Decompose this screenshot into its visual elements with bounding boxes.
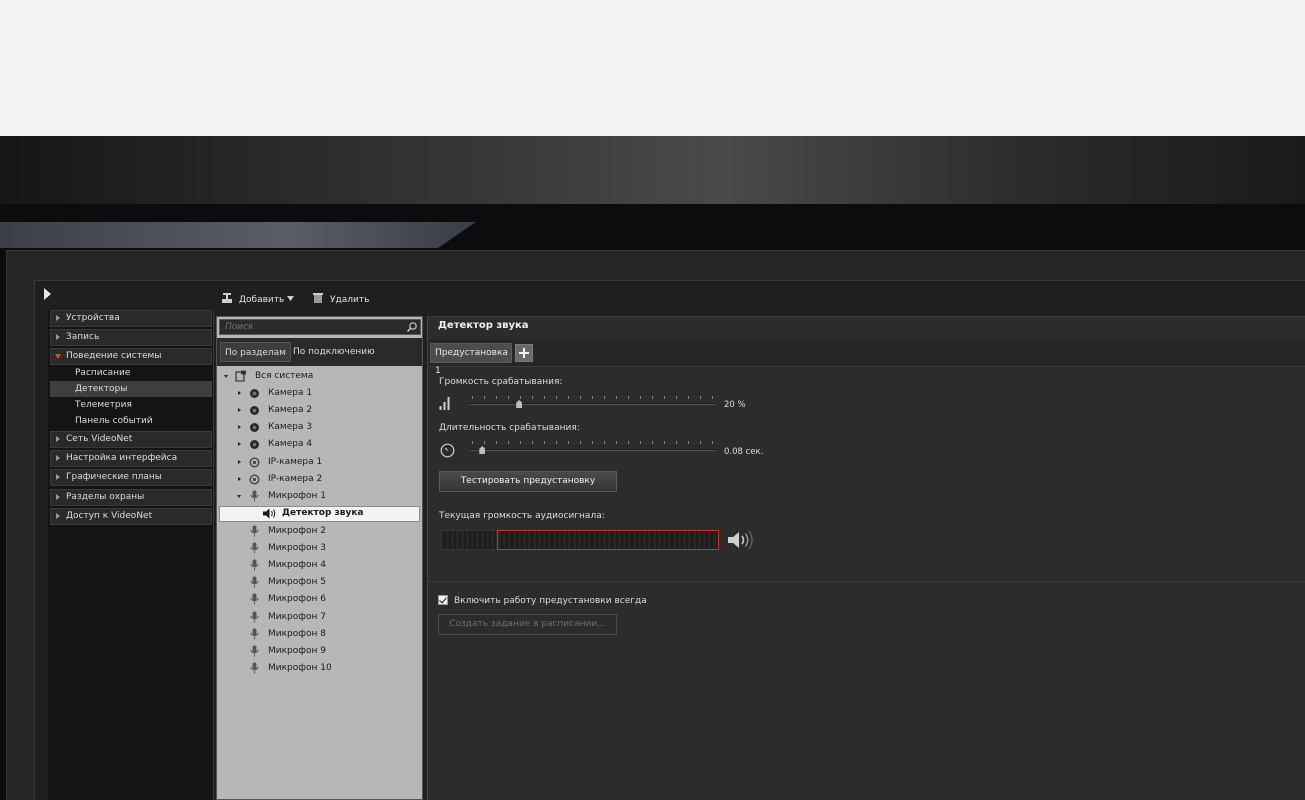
always-enable-checkbox[interactable] bbox=[438, 595, 448, 605]
duration-slider[interactable] bbox=[470, 449, 716, 451]
nav-item-videonet-access[interactable]: Доступ к VideoNet bbox=[50, 508, 212, 525]
camera-icon bbox=[250, 389, 259, 398]
microphone-icon bbox=[250, 593, 259, 605]
create-schedule-task-button[interactable]: Создать задание в расписании... bbox=[438, 614, 617, 635]
expand-arrow-icon bbox=[56, 315, 60, 321]
section-divider bbox=[428, 581, 1305, 582]
duration-label: Длительность срабатывания: bbox=[439, 423, 580, 433]
volume-value: 20 % bbox=[724, 400, 746, 410]
nav-item-system-behavior[interactable]: Поведение системы bbox=[50, 348, 212, 365]
duration-slider-ticks bbox=[472, 441, 714, 444]
ip-camera-icon bbox=[249, 457, 260, 468]
microphone-icon bbox=[250, 662, 259, 674]
tab-preset-1[interactable]: Предустановка 1 bbox=[430, 343, 512, 376]
search-icon[interactable] bbox=[406, 321, 418, 333]
nav-item-security-zones[interactable]: Разделы охраны bbox=[50, 489, 212, 506]
nav-sub-telemetry[interactable]: Телеметрия bbox=[50, 397, 212, 413]
settings-nav: Устройства Запись Поведение системы Расп… bbox=[48, 310, 214, 800]
microphone-icon bbox=[250, 525, 259, 537]
duration-value: 0.08 сек. bbox=[724, 447, 764, 457]
tab-by-sections[interactable]: По разделам bbox=[220, 342, 291, 362]
nav-item-interface[interactable]: Настройка интерфейса bbox=[50, 450, 212, 467]
panel-title: Детектор звука bbox=[438, 320, 529, 331]
chevron-down-icon[interactable] bbox=[287, 296, 294, 302]
add-button[interactable]: Добавить bbox=[239, 292, 284, 308]
screen-reflection bbox=[0, 222, 476, 248]
expand-arrow-icon[interactable] bbox=[238, 391, 241, 395]
expand-arrow-icon bbox=[56, 334, 60, 340]
expand-arrow-icon bbox=[56, 455, 60, 461]
microphone-icon bbox=[250, 542, 259, 554]
expand-arrow-icon[interactable] bbox=[238, 477, 241, 481]
volume-label: Громкость срабатывания: bbox=[439, 377, 563, 387]
tab-by-connection[interactable]: По подключению bbox=[289, 342, 379, 362]
system-icon bbox=[235, 370, 246, 382]
speaker-icon bbox=[263, 508, 276, 519]
microphone-icon bbox=[250, 645, 259, 657]
always-enable-label: Включить работу предустановки всегда bbox=[454, 596, 647, 606]
speaker-volume-icon bbox=[728, 530, 753, 550]
current-volume-label: Текущая громкость аудиосигнала: bbox=[439, 511, 605, 521]
add-icon[interactable] bbox=[221, 292, 233, 304]
microphone-icon bbox=[250, 576, 259, 588]
add-preset-button[interactable] bbox=[515, 344, 533, 362]
test-preset-button[interactable]: Тестировать предустановку bbox=[439, 471, 617, 492]
search-input[interactable] bbox=[219, 319, 421, 335]
expand-arrow-icon bbox=[56, 494, 60, 500]
camera-icon bbox=[250, 423, 259, 432]
bezel-highlight bbox=[0, 136, 1305, 204]
clock-icon bbox=[440, 443, 455, 458]
expand-arrow-icon bbox=[56, 436, 60, 442]
ip-camera-icon bbox=[249, 474, 260, 485]
nav-sub-schedule[interactable]: Расписание bbox=[50, 365, 212, 381]
nav-sub-detectors[interactable]: Детекторы bbox=[50, 381, 212, 397]
expand-arrow-icon[interactable] bbox=[238, 425, 241, 429]
nav-item-graphic-plans[interactable]: Графические планы bbox=[50, 469, 212, 486]
camera-icon bbox=[250, 406, 259, 415]
expand-arrow-icon[interactable] bbox=[238, 408, 241, 412]
volume-bars-icon bbox=[439, 397, 450, 410]
audio-threshold-zone bbox=[497, 530, 719, 550]
nav-sub-events-panel[interactable]: Панель событий bbox=[50, 413, 212, 429]
delete-button[interactable]: Удалить bbox=[330, 292, 369, 308]
microphone-icon bbox=[250, 628, 259, 640]
expand-arrow-icon bbox=[56, 513, 60, 519]
expand-arrow-icon bbox=[56, 474, 60, 480]
collapse-arrow-icon bbox=[55, 354, 61, 359]
delete-icon[interactable] bbox=[312, 292, 324, 304]
expand-arrow-icon[interactable] bbox=[238, 460, 241, 464]
expand-arrow-icon[interactable] bbox=[238, 442, 241, 446]
collapse-arrow-icon[interactable] bbox=[224, 375, 228, 378]
preset-tabs bbox=[428, 339, 1305, 367]
collapse-panel-icon[interactable] bbox=[44, 288, 51, 300]
camera-icon bbox=[250, 440, 259, 449]
volume-slider-ticks bbox=[472, 396, 714, 399]
nav-item-devices[interactable]: Устройства bbox=[50, 310, 212, 327]
detector-settings-panel bbox=[427, 316, 1305, 800]
microphone-icon bbox=[250, 490, 259, 502]
volume-slider[interactable] bbox=[470, 403, 716, 405]
microphone-icon bbox=[250, 559, 259, 571]
nav-item-videonet[interactable]: Сеть VideoNet bbox=[50, 431, 212, 448]
collapse-arrow-icon[interactable] bbox=[237, 495, 241, 498]
microphone-icon bbox=[250, 611, 259, 623]
nav-item-recording[interactable]: Запись bbox=[50, 329, 212, 346]
